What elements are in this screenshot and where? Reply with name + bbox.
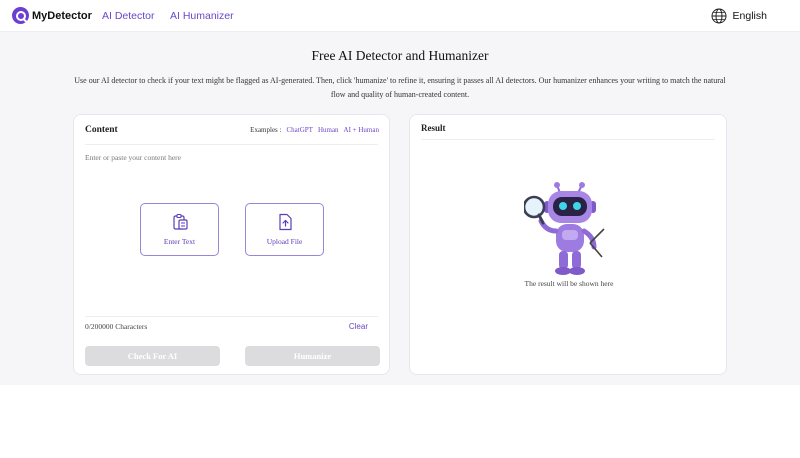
- content-input[interactable]: Enter or paste your content here: [85, 153, 181, 162]
- result-empty-message: The result will be shown here: [524, 279, 614, 288]
- nav-ai-humanizer[interactable]: AI Humanizer: [170, 10, 234, 22]
- content-panel-title: Content: [85, 125, 118, 135]
- language-selector[interactable]: English: [711, 8, 767, 24]
- top-header: MyDetector AI Detector AI Humanizer Engl…: [0, 0, 800, 32]
- character-count: 0/200000 Characters: [85, 322, 148, 331]
- clear-button[interactable]: Clear: [349, 322, 368, 331]
- content-footer-divider: [85, 316, 378, 317]
- clipboard-icon: [172, 213, 188, 230]
- enter-text-button[interactable]: Enter Text: [140, 203, 219, 256]
- page-description: Use our AI detector to check if your tex…: [74, 76, 726, 99]
- page-title: Free AI Detector and Humanizer: [311, 48, 489, 63]
- robot-magnifier-illustration: [524, 182, 605, 275]
- examples-bar: Examples : ChatGPT Human AI + Human: [250, 126, 379, 134]
- humanize-button[interactable]: Humanize: [245, 346, 380, 366]
- check-for-ai-button[interactable]: Check For AI: [85, 346, 220, 366]
- example-chatgpt[interactable]: ChatGPT: [286, 126, 312, 134]
- brand-logo[interactable]: MyDetector: [12, 7, 92, 24]
- upload-file-label: Upload File: [266, 237, 303, 246]
- content-panel: Content Examples : ChatGPT Human AI + Hu…: [73, 114, 390, 375]
- language-label: English: [732, 10, 767, 22]
- result-panel: Result The result will be shown here: [409, 114, 727, 375]
- magnifier-logo-icon: [12, 7, 29, 24]
- brand-name: MyDetector: [32, 9, 92, 22]
- example-ai-human[interactable]: AI + Human: [344, 126, 379, 134]
- result-panel-title: Result: [421, 123, 446, 133]
- example-human[interactable]: Human: [318, 126, 339, 134]
- nav-ai-detector[interactable]: AI Detector: [102, 10, 155, 22]
- result-header-divider: [421, 139, 715, 140]
- examples-label: Examples :: [250, 126, 282, 134]
- content-header-divider: [85, 144, 378, 145]
- globe-icon: [711, 8, 727, 24]
- enter-text-label: Enter Text: [163, 237, 196, 246]
- upload-file-icon: [278, 213, 292, 231]
- upload-file-button[interactable]: Upload File: [245, 203, 324, 256]
